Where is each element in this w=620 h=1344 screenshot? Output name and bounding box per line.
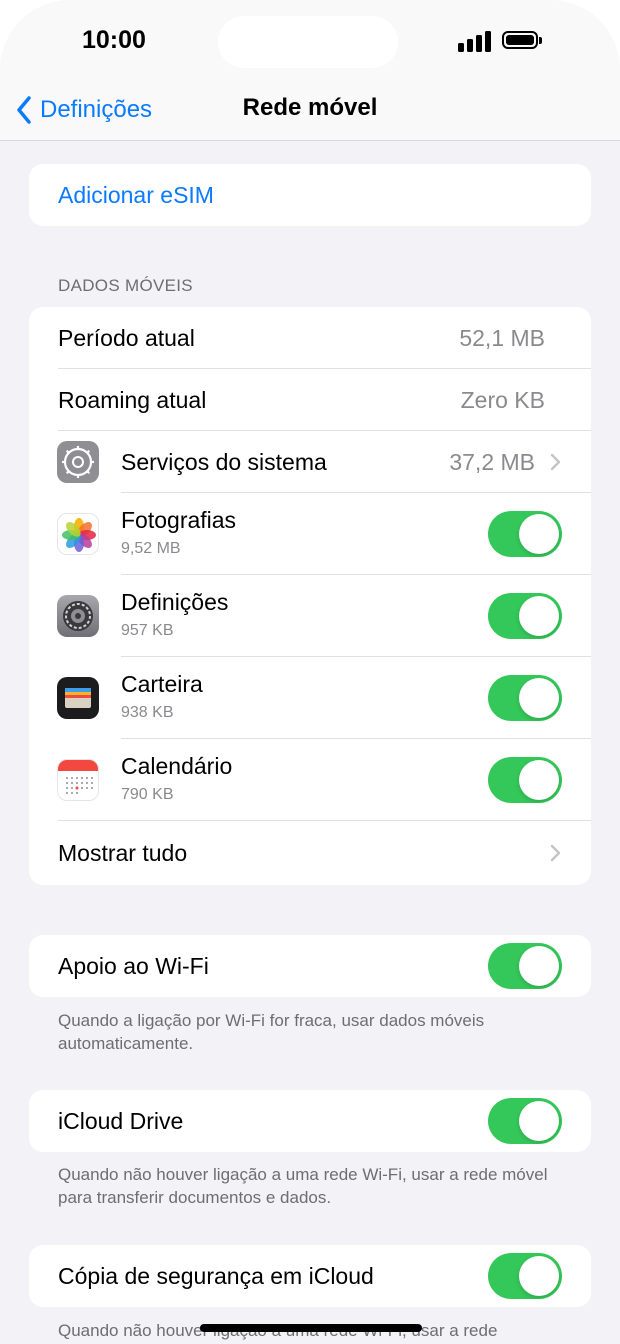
app-row-calendar: Calendário 790 KB — [29, 739, 591, 821]
app-usage: 957 KB — [121, 622, 174, 639]
system-services-gear-icon — [57, 441, 99, 483]
app-row-settings: Definições 957 KB — [29, 575, 591, 657]
system-services-value: 37,2 MB — [449, 448, 535, 475]
chevron-right-icon — [550, 453, 561, 471]
wallet-toggle[interactable] — [488, 675, 562, 721]
status-time: 10:00 — [82, 26, 146, 54]
system-services-row[interactable]: Serviços do sistema 37,2 MB — [29, 431, 591, 493]
icloud-backup-label: Cópia de segurança em iCloud — [58, 1262, 374, 1289]
icloud-drive-row: iCloud Drive — [29, 1090, 591, 1152]
icloud-drive-card: iCloud Drive — [29, 1090, 591, 1152]
current-roaming-label: Roaming atual — [58, 386, 207, 413]
current-period-value: 52,1 MB — [459, 324, 545, 351]
app-name: Definições — [121, 589, 229, 615]
home-indicator[interactable] — [200, 1324, 422, 1332]
show-all-label: Mostrar tudo — [58, 839, 188, 866]
current-roaming-value: Zero KB — [460, 386, 545, 413]
app-usage: 9,52 MB — [121, 540, 181, 557]
app-usage: 790 KB — [121, 786, 174, 803]
photos-toggle[interactable] — [488, 511, 562, 557]
cellular-signal-icon — [458, 30, 492, 52]
app-name: Carteira — [121, 671, 203, 697]
battery-icon — [502, 31, 542, 49]
esim-card: Adicionar eSIM — [29, 164, 591, 226]
add-esim-button[interactable]: Adicionar eSIM — [29, 164, 591, 226]
icloud-drive-toggle[interactable] — [488, 1098, 562, 1144]
app-row-photos: Fotografias 9,52 MB — [29, 493, 591, 575]
phone-screen: 10:00 Definições Rede móvel Adicionar eS… — [0, 0, 620, 1344]
current-period-label: Período atual — [58, 324, 195, 351]
wifi-assist-row: Apoio ao Wi-Fi — [29, 935, 591, 997]
top-bar: 10:00 Definições Rede móvel — [0, 0, 620, 141]
current-roaming-row: Roaming atual Zero KB — [29, 369, 591, 431]
wifi-assist-label: Apoio ao Wi-Fi — [58, 952, 209, 979]
photos-icon — [57, 513, 99, 555]
app-name: Calendário — [121, 753, 233, 779]
icloud-drive-footer: Quando não houver ligação a uma rede Wi-… — [58, 1165, 548, 1207]
settings-toggle[interactable] — [488, 593, 562, 639]
icloud-drive-label: iCloud Drive — [58, 1107, 184, 1134]
app-name: Fotografias — [121, 507, 237, 533]
settings-icon — [57, 595, 99, 637]
system-services-label: Serviços do sistema — [121, 448, 327, 475]
chevron-right-icon — [550, 844, 561, 862]
wallet-icon — [57, 677, 99, 719]
current-period-row: Período atual 52,1 MB — [29, 307, 591, 369]
icloud-backup-card: Cópia de segurança em iCloud — [29, 1245, 591, 1307]
mobile-data-card: Período atual 52,1 MB Roaming atual Zero… — [29, 307, 591, 885]
dynamic-island — [218, 16, 398, 68]
app-usage: 938 KB — [121, 704, 174, 721]
wifi-assist-card: Apoio ao Wi-Fi — [29, 935, 591, 997]
show-all-row[interactable]: Mostrar tudo — [29, 821, 591, 885]
page-title: Rede móvel — [242, 94, 378, 121]
icloud-backup-toggle[interactable] — [488, 1253, 562, 1299]
section-header-mobile-data: DADOS MÓVEIS — [58, 276, 193, 295]
calendar-icon — [57, 759, 99, 801]
icloud-backup-row: Cópia de segurança em iCloud — [29, 1245, 591, 1307]
wifi-assist-footer: Quando a ligação por Wi-Fi for fraca, us… — [58, 1011, 485, 1053]
wifi-assist-toggle[interactable] — [488, 943, 562, 989]
add-esim-label: Adicionar eSIM — [58, 181, 214, 208]
app-row-wallet: Carteira 938 KB — [29, 657, 591, 739]
calendar-toggle[interactable] — [488, 757, 562, 803]
